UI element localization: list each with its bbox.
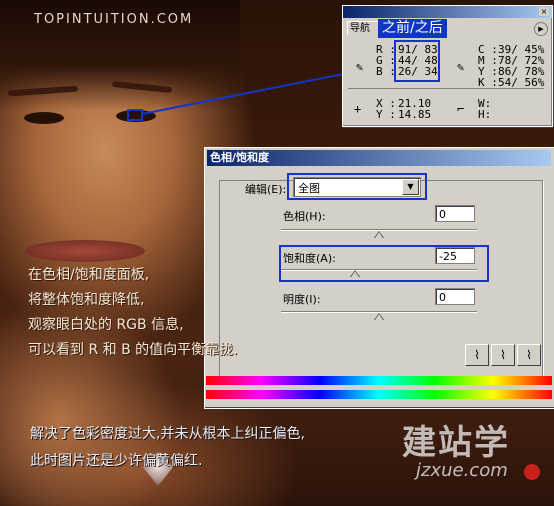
b-value: 26/ 34 xyxy=(398,65,438,78)
lightness-label: 明度(I): xyxy=(283,293,321,306)
crosshair-icon: + xyxy=(354,102,362,116)
y-pos-value: 14.85 xyxy=(398,108,432,121)
close-icon[interactable]: × xyxy=(539,7,549,16)
annotation-line-4: 可以看到 R 和 B 的值向平衡靠拢. xyxy=(28,342,238,358)
hue-label: 色相(H): xyxy=(283,210,326,223)
chevron-down-icon[interactable]: ▼ xyxy=(402,179,419,195)
eyedropper-plus-icon[interactable]: ⌇ xyxy=(491,344,515,366)
hue-saturation-dialog: 色相/饱和度 编辑(E): 全图 ▼ 色相(H): 0 饱和度(A): -25 … xyxy=(204,147,554,409)
before-after-callout: 之前/之后 xyxy=(378,19,447,38)
dialog-title[interactable]: 色相/饱和度 xyxy=(207,150,551,166)
site-logo-url: jzxue.com xyxy=(416,460,508,481)
annotation-line-3: 观察眼白处的 RGB 信息, xyxy=(28,317,184,333)
edit-label: 编辑(E): xyxy=(245,183,287,196)
lightness-slider-thumb[interactable] xyxy=(374,313,384,320)
saturation-label: 饱和度(A): xyxy=(283,252,336,265)
edit-dropdown-value: 全图 xyxy=(298,182,320,195)
hue-input[interactable]: 0 xyxy=(435,205,475,222)
eyedropper-icon-button[interactable]: ⌇ xyxy=(465,344,489,366)
hue-spectrum-bottom xyxy=(206,390,552,399)
cmyk-eyedropper-icon: ✎ xyxy=(457,60,465,74)
annotation-line-2: 将整体饱和度降低, xyxy=(28,292,145,308)
k-value: 54/ 56% xyxy=(498,76,545,89)
k-label: K : xyxy=(478,76,498,89)
site-logo: 建站学 xyxy=(402,423,510,463)
saturation-slider-thumb[interactable] xyxy=(349,270,360,277)
panel-menu-icon[interactable]: ▶ xyxy=(534,22,548,36)
size-icon: ⌐ xyxy=(457,102,465,116)
photo-background: TOPINTUITION.COM × 导航 ▶ 之前/之后 R : 91/ 83… xyxy=(0,0,554,506)
saturation-slider-track[interactable] xyxy=(281,269,477,273)
y-pos-label: Y : xyxy=(376,108,396,121)
info-divider xyxy=(348,88,544,89)
hue-slider-thumb[interactable] xyxy=(374,231,384,238)
logo-mark-icon xyxy=(524,464,540,480)
h-label: H: xyxy=(478,108,492,121)
bottom-line-2: 此时图片还是少许偏黄偏红. xyxy=(30,453,203,469)
eyedropper-minus-icon[interactable]: ⌇ xyxy=(517,344,541,366)
info-tabrow: 导航 xyxy=(347,21,547,35)
edit-dropdown[interactable]: 全图 ▼ xyxy=(293,177,421,197)
hue-spectrum-top xyxy=(206,376,552,385)
info-titlebar[interactable]: × xyxy=(343,6,552,18)
eyedropper-icon: ✎ xyxy=(356,60,364,74)
annotation-line-1: 在色相/饱和度面板, xyxy=(28,267,150,283)
saturation-input[interactable]: -25 xyxy=(435,247,475,264)
b-label: B : xyxy=(376,65,396,78)
lightness-input[interactable]: 0 xyxy=(435,288,475,305)
bottom-line-1: 解决了色彩密度过大,并未从根本上纠正偏色, xyxy=(30,426,305,442)
